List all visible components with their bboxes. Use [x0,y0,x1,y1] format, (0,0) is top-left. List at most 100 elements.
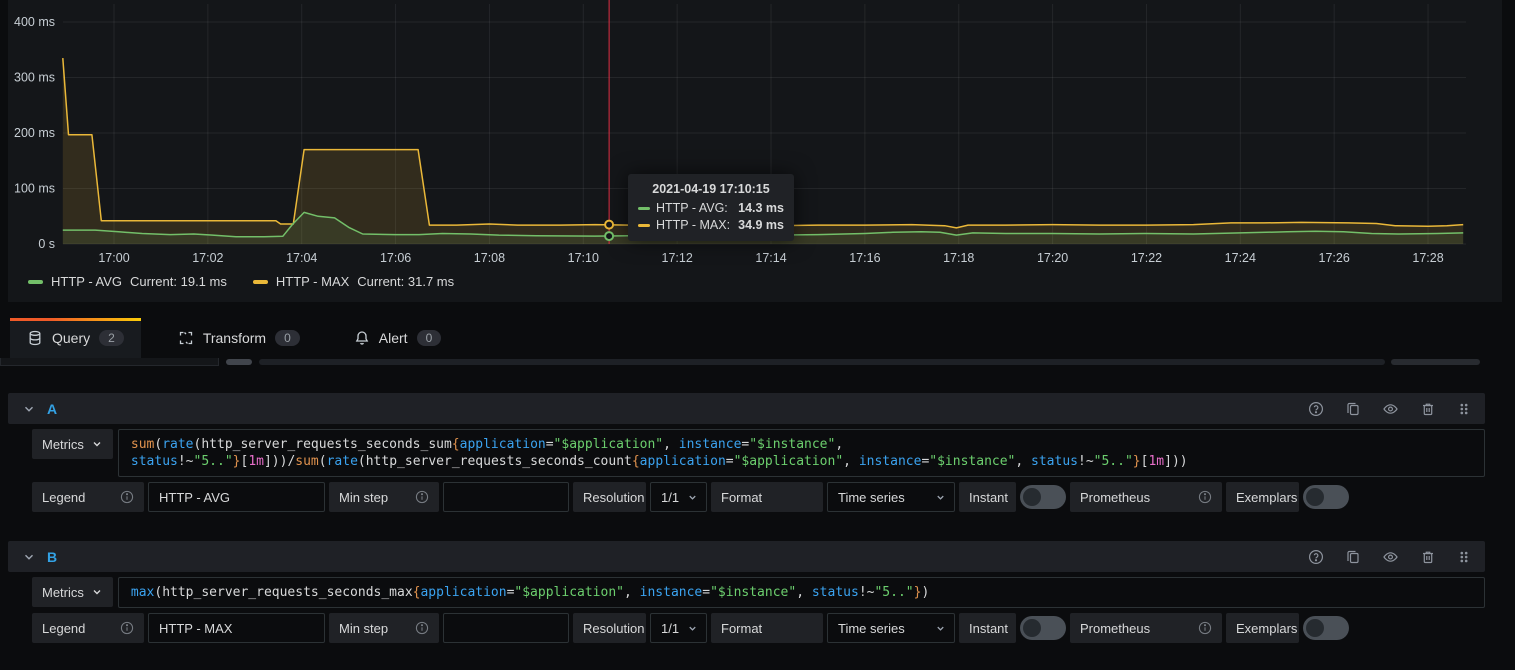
tooltip-series-label: HTTP - AVG: [656,201,728,215]
tab-query[interactable]: Query 2 [10,318,141,358]
eye-icon[interactable] [1382,549,1399,565]
query-actions [1308,549,1471,565]
legend-item-http-max[interactable]: HTTP - MAX Current: 31.7 ms [253,274,454,289]
tooltip-series-value: 14.3 ms [738,201,784,215]
scrollbar-thumb[interactable] [226,359,252,365]
series-color-dash [638,224,650,227]
help-icon[interactable] [1308,401,1324,417]
query-list: A Metrics sum(rate(http_server_requests_… [8,393,1485,643]
min-step-input[interactable] [443,482,569,512]
tooltip-series-label: HTTP - MAX: [656,218,730,232]
instant-label: Instant [959,613,1016,643]
duplicate-icon[interactable] [1345,401,1361,417]
tooltip-series-value: 34.9 ms [738,218,784,232]
format-select[interactable]: Time series [827,613,955,643]
svg-text:17:04: 17:04 [286,251,317,265]
resolution-label: Resolution [573,482,646,512]
svg-text:17:24: 17:24 [1225,251,1256,265]
trash-icon[interactable] [1420,401,1436,417]
query-content: Metrics sum(rate(http_server_requests_se… [32,429,1485,512]
timeseries-chart[interactable]: 0 s100 ms200 ms300 ms400 ms17:0017:0217:… [0,0,1515,300]
database-icon [27,330,43,346]
format-label: Format [711,613,823,643]
svg-text:17:16: 17:16 [849,251,880,265]
toggle-knob [1306,619,1324,637]
tab-label: Alert [379,330,408,346]
query-header[interactable]: A [8,393,1485,424]
info-icon[interactable] [415,490,429,504]
query-ref-letter: A [47,401,57,417]
info-icon[interactable] [120,621,134,635]
tab-count-badge: 0 [275,330,300,346]
query-header[interactable]: B [8,541,1485,572]
scrollbar-track [259,359,1385,365]
tooltip-row-avg: HTTP - AVG: 14.3 ms [638,201,784,215]
instant-toggle[interactable] [1020,485,1066,509]
legend-series-name: HTTP - AVG [51,274,122,289]
svg-text:17:12: 17:12 [662,251,693,265]
metrics-dropdown-label: Metrics [42,585,84,600]
duplicate-icon[interactable] [1345,549,1361,565]
tooltip-timestamp: 2021-04-19 17:10:15 [638,182,784,196]
chevron-down-icon[interactable] [22,402,36,416]
tab-label: Query [52,330,90,346]
svg-text:17:22: 17:22 [1131,251,1162,265]
svg-text:17:20: 17:20 [1037,251,1068,265]
tab-transform[interactable]: Transform 0 [161,318,317,358]
metrics-dropdown-button[interactable]: Metrics [32,429,113,459]
svg-text:0 s: 0 s [38,237,55,251]
min-step-label: Min step [329,482,439,512]
drag-handle-icon[interactable] [1457,401,1471,417]
legend-format-input[interactable] [148,613,325,643]
grafana-panel-edit: 0 s100 ms200 ms300 ms400 ms17:0017:0217:… [0,0,1515,670]
query-options-row: Legend Min step Resolution 1/1 Format Ti… [32,482,1485,512]
legend-item-http-avg[interactable]: HTTP - AVG Current: 19.1 ms [28,274,227,289]
promql-query-input[interactable]: max(http_server_requests_seconds_max{app… [118,577,1485,608]
metrics-dropdown-button[interactable]: Metrics [32,577,113,607]
chevron-down-icon [687,623,698,634]
query-content: Metrics max(http_server_requests_seconds… [32,577,1485,643]
chevron-down-icon [935,623,946,634]
exemplars-toggle[interactable] [1303,485,1349,509]
format-label: Format [711,482,823,512]
legend-format-input[interactable] [148,482,325,512]
exemplars-label: Exemplars [1226,613,1299,643]
help-icon[interactable] [1308,549,1324,565]
info-icon[interactable] [1198,621,1212,635]
svg-text:200 ms: 200 ms [14,126,55,140]
exemplars-toggle[interactable] [1303,616,1349,640]
svg-text:17:06: 17:06 [380,251,411,265]
svg-text:17:28: 17:28 [1412,251,1443,265]
chart-tooltip: 2021-04-19 17:10:15 HTTP - AVG: 14.3 ms … [628,174,794,241]
format-select[interactable]: Time series [827,482,955,512]
query-actions [1308,401,1471,417]
instant-toggle[interactable] [1020,616,1066,640]
chevron-down-icon [687,492,698,503]
svg-text:400 ms: 400 ms [14,15,55,29]
tab-count-badge: 0 [417,330,442,346]
exemplars-label: Exemplars [1226,482,1299,512]
eye-icon[interactable] [1382,401,1399,417]
promql-query-input[interactable]: sum(rate(http_server_requests_seconds_su… [118,429,1485,477]
svg-text:17:00: 17:00 [98,251,129,265]
tooltip-row-max: HTTP - MAX: 34.9 ms [638,218,784,232]
instant-label: Instant [959,482,1016,512]
chevron-down-icon [935,492,946,503]
trash-icon[interactable] [1420,549,1436,565]
series-color-dash [28,280,43,284]
drag-handle-icon[interactable] [1457,549,1471,565]
min-step-input[interactable] [443,613,569,643]
chevron-down-icon[interactable] [22,550,36,564]
info-icon[interactable] [415,621,429,635]
resolution-select[interactable]: 1/1 [650,613,707,643]
legend-current-value: Current: 31.7 ms [357,274,454,289]
svg-text:17:08: 17:08 [474,251,505,265]
tab-alert[interactable]: Alert 0 [337,318,458,358]
active-tab-accent [10,318,141,321]
info-icon[interactable] [120,490,134,504]
info-icon[interactable] [1198,490,1212,504]
tab-label: Transform [203,330,266,346]
metrics-dropdown-label: Metrics [42,437,84,452]
resolution-select[interactable]: 1/1 [650,482,707,512]
svg-text:17:26: 17:26 [1319,251,1350,265]
